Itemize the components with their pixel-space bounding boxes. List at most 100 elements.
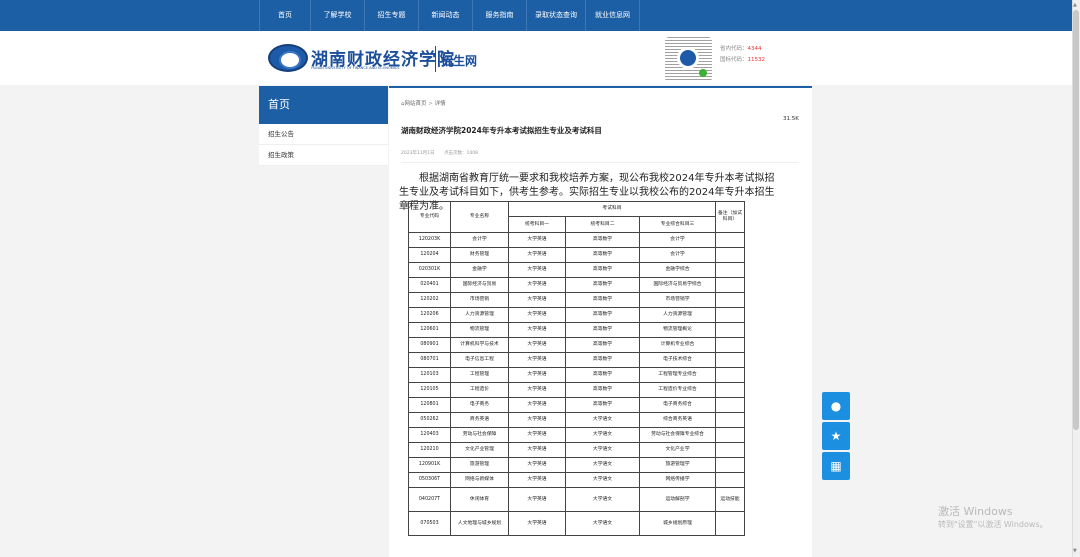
cell-s3: 国际经济与贸易学综合	[639, 277, 716, 293]
cell-s3: 运动解剖学	[639, 487, 716, 512]
cell-s2: 大学语文	[565, 472, 640, 488]
cell-s2: 大学语文	[565, 427, 640, 443]
cell-name: 劳动与社会保障	[450, 427, 509, 443]
nav-item-3[interactable]: 新闻动态	[419, 0, 473, 31]
table-row: 120105 工程造价 大学英语 高等数学 工程造价专业综合	[408, 382, 745, 398]
table-row: 120801 电子商务 大学英语 高等数学 电子商务综合	[408, 397, 745, 413]
nav-item-2[interactable]: 招生专题	[365, 0, 419, 31]
table-row: 120202 市场营销 大学英语 高等数学 市场营销学	[408, 292, 745, 308]
cell-s3: 劳动与社会保障专业综合	[639, 427, 716, 443]
cell-s3: 电子技术综合	[639, 352, 716, 368]
table-row: 020301K 金融学 大学英语 高等数学 金融学综合	[408, 262, 745, 278]
cell-s3: 综合商务英语	[639, 412, 716, 428]
cell-name: 财务管理	[450, 247, 509, 263]
nav-item-5[interactable]: 录取状态查询	[527, 0, 586, 31]
qq-contact-button[interactable]: ●	[822, 392, 850, 420]
favorite-button[interactable]: ★	[822, 422, 850, 450]
table-row: 120403 劳动与社会保障 大学英语 大学语文 劳动与社会保障专业综合	[408, 427, 745, 443]
cell-s3: 计算机专业综合	[639, 337, 716, 353]
code1-value: 4344	[747, 46, 762, 52]
cell-s2: 高等数学	[565, 382, 640, 398]
cell-note	[715, 427, 745, 443]
qrcode-icon: ▦	[830, 459, 842, 473]
cell-name: 电子信息工程	[450, 352, 509, 368]
table-row: 050262 商务英语 大学英语 大学语文 综合商务英语	[408, 412, 745, 428]
cell-note	[715, 382, 745, 398]
cell-s2: 大学语文	[565, 412, 640, 428]
cell-s1: 大学英语	[508, 427, 566, 443]
windows-activation-title: 激活 Windows	[938, 505, 1013, 518]
cell-name: 市场营销	[450, 292, 509, 308]
cell-s1: 大学英语	[508, 472, 566, 488]
cell-note	[715, 247, 745, 263]
cell-s3: 电子商务综合	[639, 397, 716, 413]
cell-note	[715, 292, 745, 308]
cell-code: 080901	[408, 337, 451, 353]
cell-name: 物流管理	[450, 322, 509, 338]
article-title: 湖南财政经济学院2024年专升本考试拟招生专业及考试科目	[401, 126, 602, 135]
table-row: 050306T 网络与新媒体 大学英语 大学语文 网络传播学	[408, 472, 745, 488]
cell-note	[715, 412, 745, 428]
cell-s2: 大学语文	[565, 457, 640, 473]
sidebar-title: 首页	[259, 86, 388, 124]
cell-s1: 大学英语	[508, 307, 566, 323]
cell-s3: 城乡规划原理	[639, 511, 716, 536]
windows-activation-hint: 转到"设置"以激活 Windows。	[938, 520, 1048, 529]
cell-note	[715, 511, 745, 536]
cell-name: 人文地理与城乡规划	[450, 511, 509, 536]
sidebar-item-policies[interactable]: 招生政策	[259, 145, 388, 166]
cell-s1: 大学英语	[508, 511, 566, 536]
breadcrumb: ⌂网站首页 > 详情	[401, 99, 446, 107]
qq-icon: ●	[830, 399, 842, 413]
cell-s1: 大学英语	[508, 457, 566, 473]
cell-s3: 旅游管理学	[639, 457, 716, 473]
cell-s2: 大学语文	[565, 442, 640, 458]
cell-s3: 金融学综合	[639, 262, 716, 278]
scroll-up-arrow-icon[interactable]: ▲	[1073, 2, 1077, 8]
table-row: 120103 工程管理 大学英语 高等数学 工程管理专业综合	[408, 367, 745, 383]
nav-item-4[interactable]: 服务指南	[473, 0, 527, 31]
cell-note	[715, 262, 745, 278]
cell-code: 050262	[408, 412, 451, 428]
article-date: 2023年11月1日	[401, 151, 435, 156]
cell-code: 070503	[408, 511, 451, 536]
scroll-down-arrow-icon[interactable]: ▼	[1073, 548, 1077, 554]
header-subjects: 考试科目	[508, 201, 716, 217]
table-row: 020401 国际经济与贸易 大学英语 高等数学 国际经济与贸易学综合	[408, 277, 745, 293]
side-count: 31.5K	[783, 116, 799, 122]
cell-s3: 会计学	[639, 247, 716, 263]
cell-s2: 高等数学	[565, 277, 640, 293]
code1-key: 省内代码：	[720, 46, 748, 52]
breadcrumb-home-link[interactable]: 网站首页	[405, 101, 427, 107]
cell-s1: 大学英语	[508, 292, 566, 308]
article-panel: ⌂网站首页 > 详情 31.5K 湖南财政经济学院2024年专升本考试拟招生专业…	[389, 86, 812, 557]
cell-s3: 网络传播学	[639, 472, 716, 488]
nav-item-6[interactable]: 就业信息网	[586, 0, 640, 31]
cell-s2: 高等数学	[565, 397, 640, 413]
nav-item-1[interactable]: 了解学校	[311, 0, 365, 31]
cell-name: 旅游管理	[450, 457, 509, 473]
site-subtitle: 招生网	[441, 54, 478, 68]
cell-s1: 大学英语	[508, 247, 566, 263]
sidebar-item-announcements[interactable]: 招生公告	[259, 124, 388, 145]
school-codes: 省内代码：4344 国标代码：11532	[720, 44, 765, 66]
cell-name: 国际经济与贸易	[450, 277, 509, 293]
table-row: 120601 物流管理 大学英语 高等数学 物流管理概论	[408, 322, 745, 338]
qrcode-logo-icon	[677, 47, 699, 69]
cell-s1: 大学英语	[508, 382, 566, 398]
qrcode-button[interactable]: ▦	[822, 452, 850, 480]
scrollbar-thumb[interactable]	[1073, 10, 1079, 430]
cell-code: 080701	[408, 352, 451, 368]
cell-s3: 人力资源管理	[639, 307, 716, 323]
cell-note	[715, 352, 745, 368]
table-row: 120210 文化产业管理 大学英语 大学语文 文化产业学	[408, 442, 745, 458]
header-subject-3: 专业综合科目三	[639, 216, 716, 233]
cell-name: 网络与新媒体	[450, 472, 509, 488]
school-seal-logo[interactable]	[268, 44, 308, 72]
cell-note	[715, 277, 745, 293]
cell-s1: 大学英语	[508, 397, 566, 413]
cell-s2: 高等数学	[565, 352, 640, 368]
header-note: 备注（加试科目）	[715, 201, 745, 233]
nav-item-0[interactable]: 首页	[260, 0, 311, 31]
cell-note	[715, 307, 745, 323]
